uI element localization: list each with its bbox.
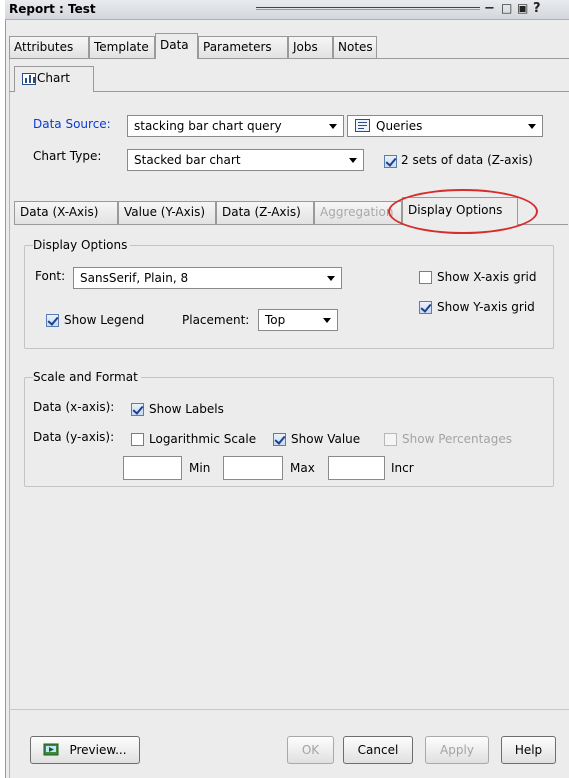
show-y-grid-checkbox[interactable]	[419, 301, 432, 314]
window-title: Report : Test	[9, 2, 96, 16]
z-axis-label: 2 sets of data (Z-axis)	[401, 153, 533, 167]
apply-button[interactable]: Apply	[425, 736, 489, 764]
chart-type-label: Chart Type:	[33, 149, 102, 163]
max-label: Max	[290, 461, 315, 475]
incr-label: Incr	[391, 461, 414, 475]
z-axis-checkbox[interactable]	[384, 155, 397, 168]
show-x-grid-label: Show X-axis grid	[437, 270, 537, 284]
tab-data-x-axis[interactable]: Data (X-Axis)	[14, 201, 118, 224]
tab-data[interactable]: Data	[155, 33, 198, 59]
data-source-select[interactable]: stacking bar chart query	[127, 115, 344, 137]
placement-value: Top	[265, 313, 286, 327]
maximize-icon[interactable]: □	[501, 1, 512, 15]
incr-input[interactable]	[328, 456, 385, 480]
help-button[interactable]: Help	[501, 736, 556, 764]
cancel-button[interactable]: Cancel	[343, 736, 413, 764]
min-label: Min	[189, 461, 211, 475]
placement-label: Placement:	[182, 313, 250, 327]
chevron-down-icon	[327, 276, 335, 281]
data-source-value: stacking bar chart query	[134, 119, 282, 133]
tab-parameters[interactable]: Parameters	[198, 36, 288, 58]
tab-jobs[interactable]: Jobs	[288, 36, 333, 58]
font-value: SansSerif, Plain, 8	[80, 271, 189, 285]
chart-type-value: Stacked bar chart	[134, 153, 241, 167]
tab-chart-label: Chart	[37, 71, 70, 85]
show-legend-checkbox[interactable]	[46, 314, 59, 327]
tab-template[interactable]: Template	[89, 36, 155, 58]
font-select[interactable]: SansSerif, Plain, 8	[73, 267, 342, 289]
bottom-separator	[9, 709, 569, 710]
tab-value-y-axis[interactable]: Value (Y-Axis)	[118, 201, 216, 224]
show-value-label: Show Value	[291, 432, 361, 446]
max-input[interactable]	[223, 456, 283, 480]
data-source-label: Data Source:	[33, 117, 111, 131]
chevron-down-icon	[323, 318, 331, 323]
tab-data-z-axis[interactable]: Data (Z-Axis)	[216, 201, 314, 224]
show-percentages-checkbox[interactable]	[384, 433, 397, 446]
help-icon[interactable]: ?	[533, 1, 541, 16]
y-axis-label: Data (y-axis):	[33, 430, 115, 444]
chart-type-select[interactable]: Stacked bar chart	[127, 149, 364, 171]
chevron-down-icon	[329, 124, 337, 129]
queries-select[interactable]: Queries	[347, 115, 543, 137]
highlight-circle	[388, 189, 538, 234]
queries-value: Queries	[376, 119, 423, 133]
log-scale-label: Logarithmic Scale	[149, 432, 257, 446]
query-icon	[355, 119, 370, 132]
tab-notes[interactable]: Notes	[333, 36, 377, 58]
chart-tab-strip-border	[9, 91, 569, 92]
font-label: Font:	[35, 269, 66, 283]
chevron-down-icon	[528, 124, 536, 129]
show-labels-checkbox[interactable]	[131, 403, 144, 416]
show-percentages-label: Show Percentages	[402, 432, 512, 446]
ok-button[interactable]: OK	[287, 736, 334, 764]
x-axis-label: Data (x-axis):	[33, 400, 115, 414]
scale-format-title: Scale and Format	[33, 370, 141, 384]
show-legend-label: Show Legend	[64, 313, 145, 327]
log-scale-checkbox[interactable]	[131, 433, 144, 446]
display-options-group	[24, 245, 554, 349]
preview-icon	[43, 741, 59, 757]
title-bar-grip	[256, 7, 480, 10]
minimize-icon[interactable]: −	[484, 1, 495, 16]
display-options-title: Display Options	[33, 238, 131, 252]
show-labels-label: Show Labels	[149, 402, 224, 416]
show-x-grid-checkbox[interactable]	[419, 271, 432, 284]
restore-icon[interactable]: ▣	[517, 1, 528, 15]
tab-attributes[interactable]: Attributes	[9, 36, 89, 58]
show-y-grid-label: Show Y-axis grid	[437, 300, 535, 314]
min-input[interactable]	[123, 456, 182, 480]
bar-chart-icon	[22, 73, 36, 85]
show-value-checkbox[interactable]	[273, 433, 286, 446]
chevron-down-icon	[349, 158, 357, 163]
placement-select[interactable]: Top	[258, 309, 338, 331]
